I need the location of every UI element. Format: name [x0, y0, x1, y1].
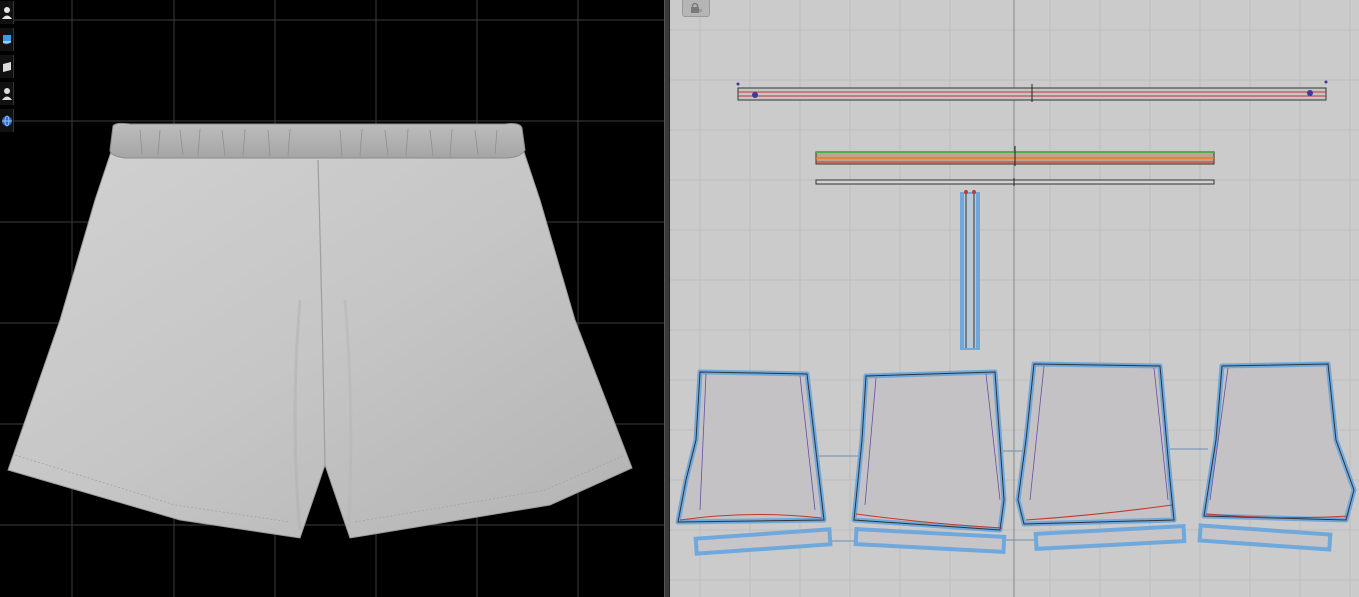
avatar-display-button[interactable] — [0, 1, 14, 24]
pattern-panel-2[interactable] — [851, 369, 1007, 533]
3d-scene[interactable] — [0, 0, 664, 597]
lock-icon — [691, 2, 702, 13]
texture-display-button[interactable] — [0, 55, 14, 78]
globe-icon — [1, 115, 12, 126]
pattern-hem-2[interactable] — [853, 527, 1007, 554]
pattern-panel-1[interactable] — [675, 369, 827, 525]
pattern-panel-3[interactable] — [1015, 361, 1177, 527]
garment-display-button[interactable] — [0, 28, 14, 51]
3d-viewport[interactable] — [0, 0, 664, 597]
garment-shorts[interactable] — [7, 122, 633, 539]
avatar-icon — [1, 6, 12, 19]
pattern-elastic[interactable] — [815, 146, 1215, 166]
pattern-hem-4[interactable] — [1197, 523, 1333, 552]
silhouette-icon — [1, 87, 12, 100]
2d-scene[interactable] — [670, 0, 1359, 597]
2d-viewport[interactable] — [670, 0, 1359, 597]
lock-button[interactable] — [682, 0, 710, 17]
shirt-icon — [2, 34, 11, 44]
pattern-vertical-strip[interactable] — [960, 190, 980, 350]
waistband — [109, 122, 526, 159]
fabric-icon — [2, 61, 11, 72]
pattern-hem-1[interactable] — [693, 527, 833, 556]
pattern-waistband[interactable] — [736, 80, 1328, 103]
environment-button[interactable] — [0, 109, 14, 132]
pattern-panel-4[interactable] — [1201, 361, 1357, 523]
avatar-silhouette-button[interactable] — [0, 82, 14, 105]
pattern-binding-strip[interactable] — [815, 178, 1215, 186]
3d-toolbar — [0, 0, 14, 132]
